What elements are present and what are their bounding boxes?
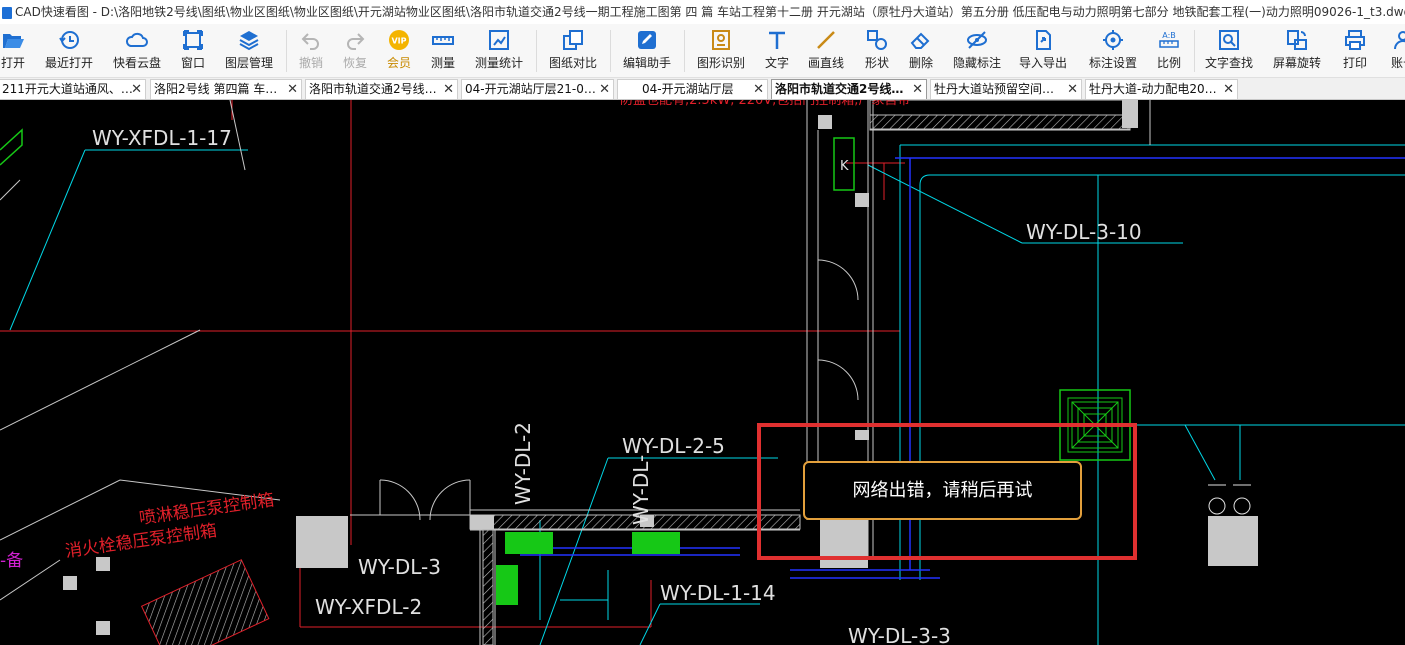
ruler-icon bbox=[432, 36, 454, 45]
compare-icon bbox=[563, 30, 583, 50]
close-icon[interactable]: ✕ bbox=[753, 80, 764, 99]
label-wy-dl-2: WY-DL-2 bbox=[511, 422, 535, 505]
shape-recognize-icon bbox=[712, 30, 730, 50]
redo-button[interactable]: 恢复 bbox=[338, 28, 372, 74]
layer-manager-button[interactable]: 图层管理 bbox=[222, 28, 276, 74]
vip-button[interactable]: VIP 会员 bbox=[382, 28, 416, 74]
close-icon[interactable]: ✕ bbox=[599, 80, 610, 99]
toolbar-separator bbox=[536, 30, 537, 72]
history-icon bbox=[59, 31, 79, 49]
recent-open-button[interactable]: 最近打开 bbox=[42, 28, 96, 74]
tab-document-7[interactable]: 牡丹大道站预留空间… ✕ bbox=[930, 79, 1082, 99]
label-wy-dl-3-10: WY-DL-3-10 bbox=[1026, 220, 1142, 244]
window-button[interactable]: 窗口 bbox=[176, 28, 210, 74]
svg-text:VIP: VIP bbox=[391, 37, 406, 46]
draw-line-button[interactable]: 画直线 bbox=[806, 28, 846, 74]
shapes-icon bbox=[867, 30, 887, 50]
import-export-button[interactable]: 导入导出 bbox=[1016, 28, 1070, 74]
measure-button[interactable]: 测量 bbox=[426, 28, 460, 74]
vip-icon: VIP bbox=[389, 30, 409, 50]
tab-document-1[interactable]: 211开元大道站通风、… ✕ bbox=[0, 79, 146, 99]
close-icon[interactable]: ✕ bbox=[1067, 80, 1078, 99]
edit-assistant-button[interactable]: 编辑助手 bbox=[620, 28, 674, 74]
cloud-icon bbox=[125, 32, 148, 47]
drawing-canvas[interactable]: 防盗也配有,2.5kW, 220V,包括门控制箱,厂家自带 WY-XFDL-1-… bbox=[0, 100, 1405, 645]
tab-document-5[interactable]: 04-开元湖站厅层 ✕ bbox=[617, 79, 768, 99]
hatched-wall bbox=[869, 114, 1131, 130]
hide-annotation-button[interactable]: 隐藏标注 bbox=[950, 28, 1004, 74]
text-icon bbox=[769, 31, 785, 49]
close-icon[interactable]: ✕ bbox=[287, 80, 298, 99]
delete-button[interactable]: 删除 bbox=[904, 28, 938, 74]
app-logo-icon bbox=[2, 6, 12, 19]
window-title-bar: CAD快速看图 - D:\洛阳地铁2号线\图纸\物业区图纸\物业区图纸\开元湖站… bbox=[0, 0, 1405, 24]
drawing-compare-button[interactable]: 图纸对比 bbox=[546, 28, 600, 74]
text-tool-button[interactable]: 文字 bbox=[760, 28, 794, 74]
measure-stats-button[interactable]: 测量统计 bbox=[472, 28, 526, 74]
toolbar-separator bbox=[286, 30, 287, 72]
import-export-icon bbox=[1036, 30, 1051, 50]
tab-document-active[interactable]: 洛阳市轨道交通2号线… ✕ bbox=[771, 79, 927, 99]
scale-icon: A:B bbox=[1159, 31, 1179, 48]
toolbar-separator bbox=[1194, 30, 1195, 72]
text-search-icon bbox=[1219, 30, 1239, 50]
document-tabs: 211开元大道站通风、… ✕ 洛阳2号线 第四篇 车… ✕ 洛阳市轨道交通2号线… ✕… bbox=[0, 78, 1405, 100]
close-icon[interactable]: ✕ bbox=[443, 80, 454, 99]
svg-text:A:B: A:B bbox=[1162, 31, 1176, 40]
edit-assistant-icon bbox=[638, 31, 656, 49]
account-button[interactable]: 账号 bbox=[1386, 28, 1405, 74]
toast-message: 网络出错，请稍后再试 bbox=[852, 480, 1033, 501]
shape-tool-button[interactable]: 形状 bbox=[860, 28, 894, 74]
measure-stats-icon bbox=[489, 30, 509, 50]
print-button[interactable]: 打印 bbox=[1338, 28, 1372, 74]
undo-icon bbox=[301, 33, 319, 50]
close-icon[interactable]: ✕ bbox=[131, 80, 142, 99]
label-wy-dl-1-14: WY-DL-1-14 bbox=[660, 581, 776, 605]
hatched-wall bbox=[482, 529, 494, 645]
print-icon bbox=[1345, 30, 1365, 50]
label-wy-dl-3: WY-DL-3 bbox=[358, 555, 441, 579]
annotation-settings-icon bbox=[1103, 30, 1123, 50]
folder-open-icon bbox=[3, 34, 24, 48]
tab-document-4[interactable]: 04-开元湖站厅层21-0… ✕ bbox=[461, 79, 614, 99]
scale-button[interactable]: A:B 比例 bbox=[1152, 28, 1186, 74]
network-error-toast: 网络出错，请稍后再试 bbox=[803, 461, 1082, 520]
label-door-k: K bbox=[840, 159, 849, 174]
label-wy-xfdl-2: WY-XFDL-2 bbox=[315, 595, 422, 619]
account-icon bbox=[1394, 31, 1405, 50]
open-button[interactable]: 打开 bbox=[0, 28, 30, 74]
text-search-button[interactable]: 文字查找 bbox=[1202, 28, 1256, 74]
label-wy-dl-2-5: WY-DL-2-5 bbox=[622, 434, 725, 458]
window-title: CAD快速看图 - D:\洛阳地铁2号线\图纸\物业区图纸\物业区图纸\开元湖站… bbox=[15, 5, 1405, 19]
line-icon bbox=[817, 31, 835, 49]
close-icon[interactable]: ✕ bbox=[912, 80, 923, 99]
drawing-top-note: 防盗也配有,2.5kW, 220V,包括门控制箱,厂家自带 bbox=[620, 100, 910, 108]
tab-document-8[interactable]: 牡丹大道-动力配电20… ✕ bbox=[1085, 79, 1238, 99]
label-wy-dl-vertical: WY-DL- bbox=[629, 455, 653, 525]
tab-document-2[interactable]: 洛阳2号线 第四篇 车… ✕ bbox=[150, 79, 302, 99]
hide-annotation-icon bbox=[967, 31, 987, 49]
rotate-screen-icon bbox=[1287, 30, 1307, 50]
label-wy-xfdl-1-17: WY-XFDL-1-17 bbox=[92, 126, 232, 150]
redo-icon bbox=[347, 33, 365, 50]
undo-button[interactable]: 撤销 bbox=[294, 28, 328, 74]
shape-recognize-button[interactable]: 图形识别 bbox=[694, 28, 748, 74]
layers-icon bbox=[239, 31, 259, 51]
cloud-disk-button[interactable]: 快看云盘 bbox=[110, 28, 164, 74]
eraser-icon bbox=[910, 32, 930, 49]
tab-document-3[interactable]: 洛阳市轨道交通2号线… ✕ bbox=[305, 79, 458, 99]
label-wy-dl-3-3: WY-DL-3-3 bbox=[848, 624, 951, 645]
label-left-edge: -备 bbox=[0, 551, 23, 571]
close-icon[interactable]: ✕ bbox=[1223, 80, 1234, 99]
annotation-settings-button[interactable]: 标注设置 bbox=[1086, 28, 1140, 74]
window-icon bbox=[183, 30, 203, 50]
main-toolbar: 打开 最近打开 快看云盘 窗口 图层管理 撤销 恢复 VIP 会员 测量 测量统… bbox=[0, 24, 1405, 78]
rotate-screen-button[interactable]: 屏幕旋转 bbox=[1270, 28, 1324, 74]
toolbar-separator bbox=[610, 30, 611, 72]
toolbar-separator bbox=[684, 30, 685, 72]
